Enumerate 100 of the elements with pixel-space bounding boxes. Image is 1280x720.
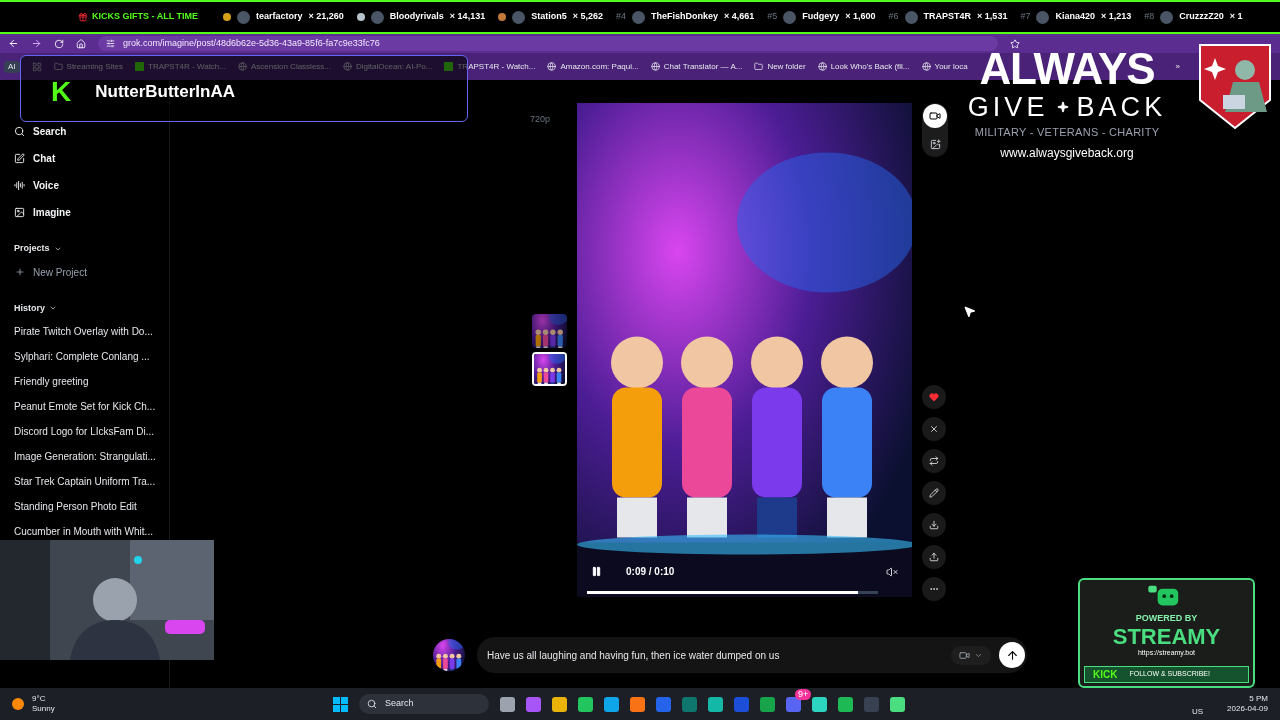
history-item[interactable]: Image Generation: Strangulati... [14, 449, 169, 464]
history-item[interactable]: Star Trek Captain Uniform Tra... [14, 474, 169, 489]
home-icon[interactable] [76, 38, 86, 49]
globe-icon [921, 62, 931, 71]
gift-count: × 21,260 [308, 10, 344, 24]
gift-count: × 1,213 [1100, 10, 1132, 24]
video-thumbnail[interactable] [532, 314, 567, 348]
forward-icon[interactable] [31, 38, 42, 49]
arrow-up-icon [1005, 648, 1019, 662]
gift-count: × 14,131 [449, 10, 486, 24]
site-settings-icon[interactable] [106, 39, 115, 48]
taskbar-search[interactable]: Search [359, 694, 489, 714]
avatar-icon [237, 10, 250, 24]
heart-button[interactable] [922, 385, 946, 409]
video-mode-button[interactable] [923, 104, 947, 128]
app-icon[interactable] [760, 696, 775, 712]
gifter-name: Station5 [531, 10, 567, 24]
image-icon[interactable] [14, 207, 25, 218]
charity-logo-word: GIVE [967, 92, 1049, 122]
upload-button[interactable] [922, 545, 946, 569]
image-icon [929, 138, 941, 150]
pencil-button[interactable] [922, 481, 946, 505]
rank-label: #5 [767, 10, 778, 24]
app-icon[interactable] [630, 696, 645, 712]
ai-button[interactable]: AI [4, 60, 20, 73]
clock-time: 5 PM [1249, 694, 1268, 704]
back-icon[interactable] [8, 38, 19, 49]
repeat-button[interactable] [922, 449, 946, 473]
history-item[interactable]: Standing Person Photo Edit [14, 499, 169, 514]
gifter-name: Kiana420 [1055, 10, 1095, 24]
gift-icon [78, 12, 88, 22]
bookmark[interactable]: New folder [767, 60, 806, 73]
folder-icon [53, 62, 63, 71]
pencil-square-icon[interactable] [14, 153, 25, 164]
send-button[interactable] [999, 642, 1025, 668]
site-icon [135, 62, 145, 71]
weather-icon [12, 698, 24, 710]
nav-item[interactable]: Imagine [33, 205, 71, 220]
gifter-name: tearfactory [256, 10, 303, 24]
section-header[interactable]: History [14, 301, 45, 315]
history-item[interactable]: Peanut Emote Set for Kick Ch... [14, 399, 169, 414]
video-mode-dropdown[interactable] [951, 645, 991, 665]
bookmark[interactable]: Amazon.com: Paqui... [560, 60, 639, 73]
history-item[interactable]: Pirate Twitch Overlay with Do... [14, 324, 169, 339]
video-thumbnail[interactable] [532, 352, 567, 386]
gift-count: × 4,661 [724, 10, 755, 24]
language-indicator: US [1191, 706, 1204, 718]
temperature: 9°C [32, 694, 47, 704]
pause-icon[interactable] [591, 566, 602, 577]
charity-tagline: MILITARY - VETERANS - CHARITY [974, 125, 1160, 140]
download-button[interactable] [922, 513, 946, 537]
repeat-icon [929, 456, 939, 466]
prompt-text: Have us all laughing and having fun, then ice water dumped on us [487, 648, 781, 663]
history-item[interactable]: Discord Logo for LIcksFam Di... [14, 424, 169, 439]
app-icon[interactable] [526, 696, 541, 712]
section-header[interactable]: Projects [14, 242, 50, 256]
cursor-icon [963, 305, 976, 318]
nav-item[interactable]: Chat [33, 151, 56, 166]
app-icon[interactable] [838, 696, 853, 712]
globe-icon [343, 62, 352, 71]
history-item[interactable]: Friendly greeting [14, 374, 169, 389]
history-item[interactable]: Sylphari: Complete Conlang ... [14, 349, 169, 364]
app-icon[interactable] [552, 696, 567, 712]
avatar-icon [904, 10, 918, 24]
address-bar[interactable]: grok.com/imagine/post/48d6b62e-5d36-43a9-85f6-fa7c9e33fc76 [98, 36, 998, 51]
plus-icon[interactable] [15, 267, 25, 277]
app-icon[interactable] [812, 696, 827, 712]
reload-icon[interactable] [54, 38, 64, 49]
app-icon[interactable] [708, 696, 723, 712]
app-icon[interactable] [786, 696, 801, 712]
bookmark[interactable]: Chat Translator — A... [663, 60, 743, 73]
nav-item[interactable]: Voice [33, 178, 59, 193]
clock-date: 2026-04-09 [1227, 704, 1268, 714]
app-icon[interactable] [890, 696, 905, 712]
new-project-button[interactable]: New Project [33, 264, 87, 280]
bookmark[interactable]: Look Who's Back (fil... [830, 60, 910, 73]
x-mark-button[interactable] [922, 417, 946, 441]
sound-wave-icon[interactable] [14, 180, 25, 191]
app-icon[interactable] [578, 696, 593, 712]
bookmark[interactable]: Your loca [934, 60, 968, 73]
download-icon [929, 520, 939, 530]
avatar-icon [783, 10, 797, 24]
streamer-name: NutterButterInAA [95, 83, 235, 100]
site-icon [444, 62, 454, 71]
avatar-icon [370, 10, 384, 24]
star-icon[interactable] [1010, 38, 1020, 49]
start-button[interactable] [333, 696, 348, 712]
app-icon[interactable] [500, 696, 515, 712]
history-item[interactable]: Cucumber in Mouth with Whit... [14, 524, 169, 539]
muted-icon[interactable] [886, 565, 898, 578]
more-bookmarks-button[interactable]: » [1175, 60, 1180, 73]
app-icon[interactable] [604, 696, 619, 712]
rank-label: #8 [1144, 10, 1155, 24]
charity-logo-word: BACK [1076, 92, 1167, 122]
prompt-field[interactable]: Have us all laughing and having fun, then ice water dumped on us [477, 637, 1027, 673]
nav-item[interactable]: Search [33, 124, 67, 139]
avatar-icon [1036, 10, 1050, 24]
gifter-name: Bloodyrivals [389, 10, 444, 24]
kick-label: KICK [1093, 668, 1118, 682]
search-icon[interactable] [14, 126, 25, 137]
